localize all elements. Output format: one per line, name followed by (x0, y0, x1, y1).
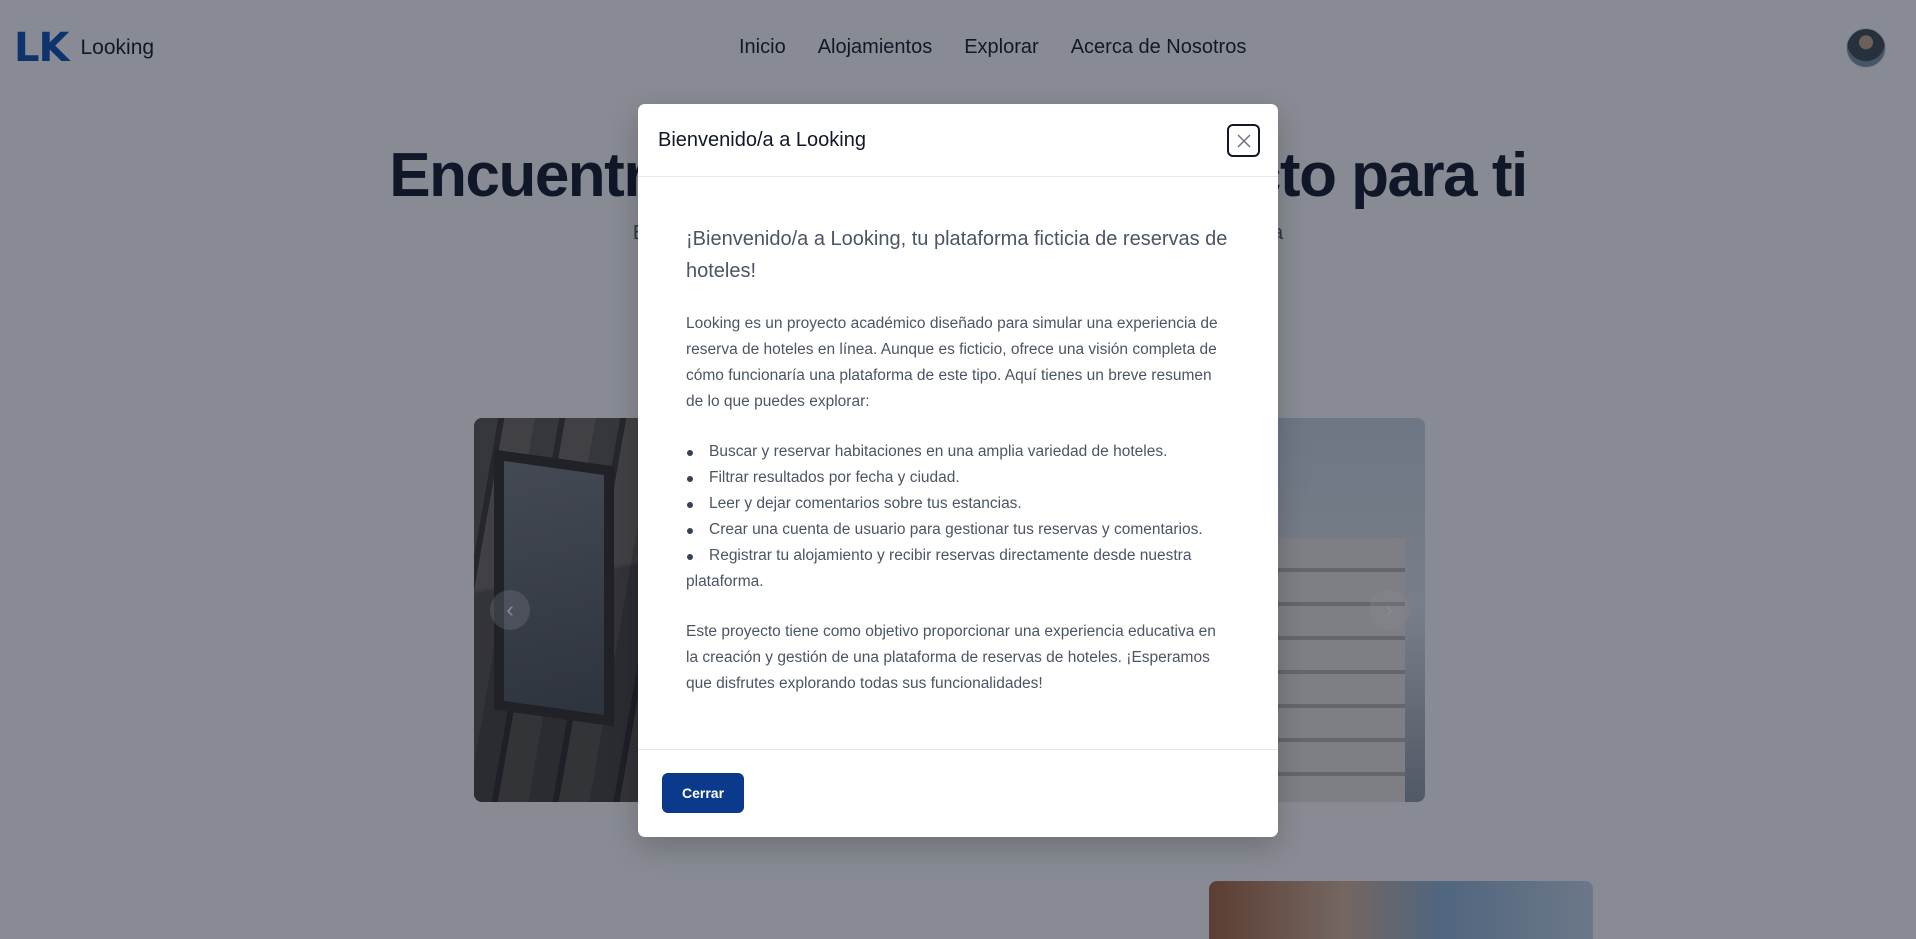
modal-closing: Este proyecto tiene como objetivo propor… (686, 623, 1216, 692)
list-item: Registrar tu alojamiento y recibir reser… (686, 543, 1230, 595)
modal-header: Bienvenido/a a Looking (638, 104, 1278, 177)
list-item: Filtrar resultados por fecha y ciudad. (686, 465, 1230, 491)
close-icon (1236, 133, 1251, 148)
modal-lead: ¡Bienvenido/a a Looking, tu plataforma f… (686, 228, 1228, 282)
feature-list: Buscar y reservar habitaciones en una am… (686, 439, 1230, 595)
modal-intro: Looking es un proyecto académico diseñad… (686, 315, 1218, 410)
welcome-modal: Bienvenido/a a Looking ¡Bienvenido/a a L… (638, 104, 1278, 837)
modal-close-button[interactable] (1227, 124, 1260, 157)
close-button[interactable]: Cerrar (662, 773, 745, 813)
modal-title: Bienvenido/a a Looking (658, 128, 866, 151)
modal-footer: Cerrar (638, 750, 1278, 836)
list-item: Crear una cuenta de usuario para gestion… (686, 517, 1230, 543)
list-item: Buscar y reservar habitaciones en una am… (686, 439, 1230, 465)
list-item: Leer y dejar comentarios sobre tus estan… (686, 491, 1230, 517)
modal-body: ¡Bienvenido/a a Looking, tu plataforma f… (638, 177, 1278, 750)
